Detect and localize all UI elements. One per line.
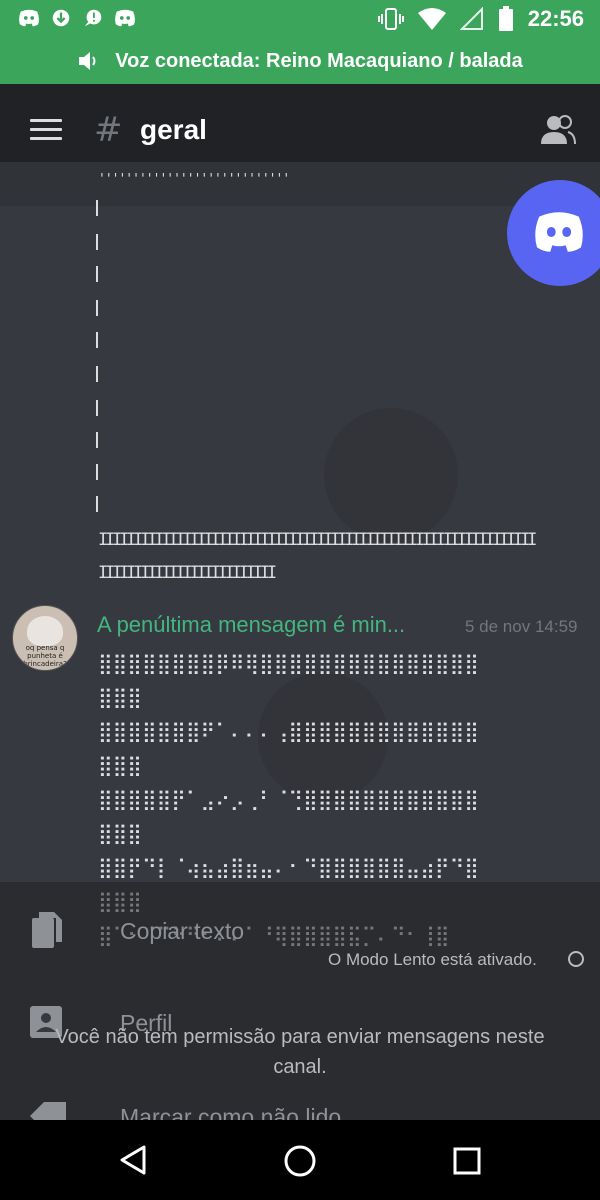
voice-connected-label: Voz conectada: Reino Macaquiano / balada <box>115 49 523 72</box>
channel-header <box>0 84 600 162</box>
menu-item-label: Copiar texto <box>120 918 245 944</box>
braille-line: ⣿⣿⣿⣿⣿⣿⣿⣿⡿⠿⢿⣿⣿⣿⣿⣿⣿⣿⣿⣿⣿⣿⣿⣿⣿⣿ <box>98 651 479 675</box>
ascii-line: IIIIIIIIIIIIIIIIIIIIIIIII <box>98 563 277 583</box>
slowmode-notice: O Modo Lento está ativado. <box>328 950 537 969</box>
channel-hash-icon: # <box>94 110 123 150</box>
braille-line: ⣿⣿⣿⣿⣿⡟⠁⣠⠔⡠⢀⠃⠈⢙⣿⣿⣿⣿⣿⣿⣿⣿⣿⣿⣿⣿ <box>98 787 479 811</box>
message-timestamp: 5 de nov 14:59 <box>465 617 578 636</box>
overlay-ghost-circle <box>324 408 458 542</box>
wifi-icon <box>417 8 446 30</box>
timer-icon <box>568 951 584 967</box>
braille-line: ⣿⣿⣿ <box>98 753 142 777</box>
ascii-line: IIIIIIIIIIIIIIIIIIIIIIIIIIIIIIIIIIIIIIII… <box>98 530 537 550</box>
battery-icon <box>498 6 513 31</box>
braille-line: ⣿⣿⡟⠙⡇⠈⢴⣦⣴⣿⣶⣤⠄⠂⠙⣿⣿⣿⣿⣿⣿⣤⣴⡟⠙⣿ <box>98 855 479 879</box>
message-author[interactable]: A penúltima mensagem é min... <box>97 612 405 638</box>
discord-icon <box>535 212 583 252</box>
members-icon[interactable] <box>540 114 576 146</box>
copy-icon <box>32 912 62 948</box>
avatar-caption: oq pensa q punheta é brincadeira? <box>23 644 67 668</box>
braille-line: ⣿⣿⣿ <box>98 821 142 845</box>
system-icons: 22:56 <box>377 6 584 32</box>
previous-message-band <box>0 162 600 206</box>
voice-connected-bar[interactable]: Voz conectada: Reino Macaquiano / balada <box>0 38 600 84</box>
discord-icon <box>115 9 135 27</box>
ascii-art-message: '''''''''''''''''''''''''''' <box>98 172 290 187</box>
no-permission-notice: Você não tem permissão para enviar mensa… <box>55 1026 545 1078</box>
home-icon[interactable] <box>283 1144 317 1178</box>
signal-icon <box>459 7 483 30</box>
back-icon[interactable] <box>118 1144 148 1176</box>
channel-title: geral <box>140 114 207 145</box>
avatar[interactable]: oq pensa q punheta é brincadeira? <box>12 605 78 671</box>
chat-icon <box>84 9 102 27</box>
recents-icon[interactable] <box>452 1146 482 1176</box>
context-menu-sheet <box>0 882 600 1120</box>
download-icon <box>52 9 70 27</box>
clock: 22:56 <box>527 6 584 31</box>
braille-line: ⣿⣿⣿ <box>98 685 142 709</box>
ascii-line: '''''''''''''''''''''''''''' <box>98 172 290 187</box>
notification-icons <box>18 8 136 28</box>
ascii-vertical-bar <box>96 196 102 518</box>
hamburger-icon[interactable] <box>30 119 62 143</box>
status-bar: 22:56 <box>0 0 600 38</box>
speaker-icon <box>79 52 96 70</box>
vibrate-icon <box>377 8 404 30</box>
discord-icon <box>19 9 39 27</box>
braille-line: ⣿⣿⣿⣿⣿⣿⣿⠟⠁⠄⠄⠄⢠⣿⣿⣿⣿⣿⣿⣿⣿⣿⣿⣿⣿⣿ <box>98 719 479 743</box>
android-nav-bar <box>0 1120 600 1200</box>
